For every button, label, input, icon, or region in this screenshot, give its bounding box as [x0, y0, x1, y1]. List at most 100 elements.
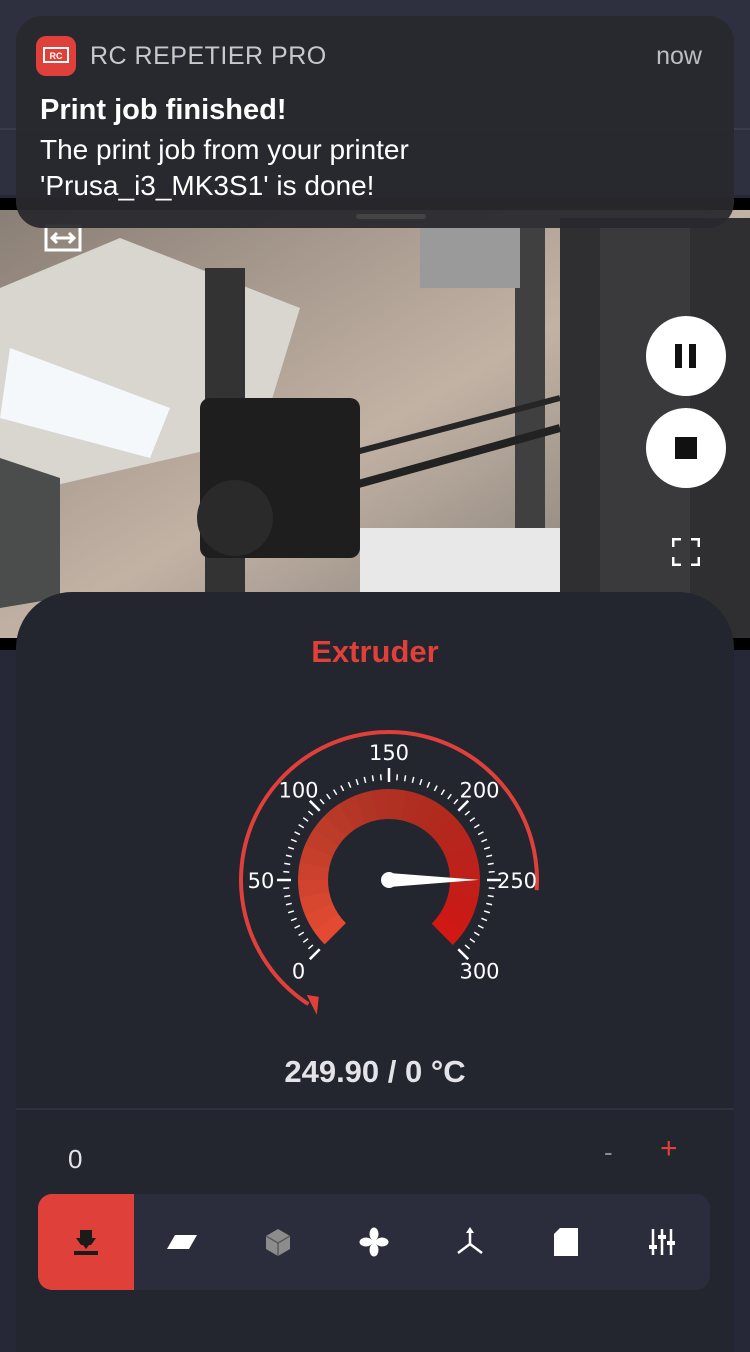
gauge-minor-tick	[478, 832, 483, 835]
gauge-minor-tick	[295, 925, 300, 928]
gauge-minor-tick	[286, 903, 292, 904]
gauge-minor-tick	[470, 818, 475, 822]
gauge-band-segment	[459, 895, 464, 910]
gauge-minor-tick	[481, 839, 487, 841]
gauge-minor-tick	[288, 847, 294, 849]
gauge-minor-tick	[372, 775, 373, 781]
gauge-band-segment	[431, 817, 443, 827]
notification-handle[interactable]	[356, 214, 426, 219]
gauge-minor-tick	[284, 863, 290, 864]
target-marker	[307, 995, 319, 1015]
notification-app-name: RC REPETIER PRO	[90, 42, 327, 71]
gauge-minor-tick	[470, 939, 475, 943]
cube-icon	[263, 1227, 293, 1257]
gauge-minor-tick	[484, 911, 490, 913]
gauge-minor-tick	[356, 779, 358, 785]
gauge-minor-tick	[341, 786, 344, 791]
gauge-minor-tick	[334, 790, 337, 795]
gauge-band-segment	[319, 837, 326, 851]
gauge-minor-tick	[488, 863, 494, 864]
gauge-minor-tick	[465, 811, 470, 815]
speed-value: 0	[68, 1144, 82, 1175]
gauge-minor-tick	[486, 855, 492, 856]
sliders-icon	[647, 1227, 677, 1257]
gauge-minor-tick	[441, 790, 444, 795]
tab-bar	[38, 1194, 710, 1290]
extruder-icon	[71, 1227, 101, 1257]
gauge-band-segment	[463, 880, 465, 896]
gauge-band-segment	[313, 864, 315, 880]
gauge-needle-hub	[381, 872, 397, 888]
gauge-minor-tick	[308, 811, 313, 815]
tab-settings[interactable]	[614, 1194, 710, 1290]
stop-icon	[675, 437, 697, 459]
gauge-band-segment	[347, 809, 361, 816]
stop-button[interactable]	[646, 408, 726, 488]
tab-fan[interactable]	[326, 1194, 422, 1290]
gauge-minor-tick	[308, 945, 313, 949]
gauge-minor-tick	[465, 945, 470, 949]
temperature-gauge[interactable]: 0 50 100 150 200 250 300	[196, 722, 556, 1032]
gauge-tick-label: 150	[369, 741, 409, 765]
gauge-minor-tick	[364, 777, 365, 783]
gauge-tick-label: 250	[497, 869, 537, 893]
tab-extruder[interactable]	[38, 1194, 134, 1290]
pause-icon	[673, 343, 699, 369]
gauge-minor-tick	[484, 847, 490, 849]
increase-button[interactable]: +	[660, 1132, 678, 1166]
gauge-minor-tick	[303, 939, 308, 943]
gauge-major-tick	[458, 949, 468, 959]
gauge-band-segment	[314, 850, 319, 865]
gauge-minor-tick	[299, 825, 304, 828]
gauge-band-segment	[442, 922, 452, 934]
gauge-minor-tick	[454, 799, 458, 804]
gauge-minor-tick	[420, 779, 422, 785]
fullscreen-icon[interactable]	[672, 538, 700, 566]
gauge-minor-tick	[303, 818, 308, 822]
tab-bed[interactable]	[134, 1194, 230, 1290]
gauge-band-segment	[313, 879, 314, 895]
axes-icon	[454, 1226, 486, 1258]
notification-title: Print job finished!	[40, 94, 287, 127]
gauge-minor-tick	[320, 799, 324, 804]
push-notification[interactable]: RC RC REPETIER PRO now Print job finishe…	[16, 16, 734, 228]
tab-sd-card[interactable]	[518, 1194, 614, 1290]
tab-move[interactable]	[422, 1194, 518, 1290]
gauge-band-segment	[335, 816, 347, 826]
notification-body: The print job from your printer 'Prusa_i…	[40, 132, 560, 204]
gauge-minor-tick	[299, 932, 304, 935]
pause-button[interactable]	[646, 316, 726, 396]
decrease-button[interactable]: -	[604, 1137, 613, 1168]
gauge-major-tick	[310, 949, 320, 959]
sd-card-icon	[552, 1227, 580, 1257]
gauge-band-segment	[360, 805, 375, 809]
tab-chamber[interactable]	[230, 1194, 326, 1290]
gauge-band-segment	[404, 805, 419, 810]
gauge-tick-label: 200	[459, 779, 499, 803]
gauge-minor-tick	[348, 782, 350, 788]
gauge-band-segment	[325, 922, 335, 934]
gauge-band-segment	[374, 804, 390, 805]
fan-icon	[359, 1227, 389, 1257]
panel-title: Extruder	[16, 634, 734, 670]
webcam-image	[0, 198, 750, 650]
gauge-band-segment	[452, 909, 459, 923]
gauge-minor-tick	[284, 896, 290, 897]
gauge-band-segment	[389, 804, 405, 806]
gauge-band-segment	[459, 851, 463, 866]
swap-horizontal-icon[interactable]	[44, 224, 82, 252]
gauge-minor-tick	[291, 839, 297, 841]
gauge-band-segment	[443, 826, 453, 838]
webcam-view[interactable]	[0, 198, 750, 650]
gauge-minor-tick	[295, 832, 300, 835]
svg-text:RC: RC	[50, 51, 63, 61]
gauge-tick-label: 0	[292, 960, 305, 984]
temperature-panel: Extruder 0 50 100 150 200 250 300 249.90…	[16, 592, 734, 1352]
gauge-minor-tick	[405, 775, 406, 781]
gauge-minor-tick	[448, 794, 452, 799]
gauge-band-segment	[464, 865, 465, 881]
gauge-tick-label: 300	[459, 960, 499, 984]
heatbed-icon	[167, 1227, 197, 1257]
gauge-band-segment	[326, 826, 336, 838]
temperature-readout: 249.90 / 0 °C	[16, 1054, 734, 1090]
